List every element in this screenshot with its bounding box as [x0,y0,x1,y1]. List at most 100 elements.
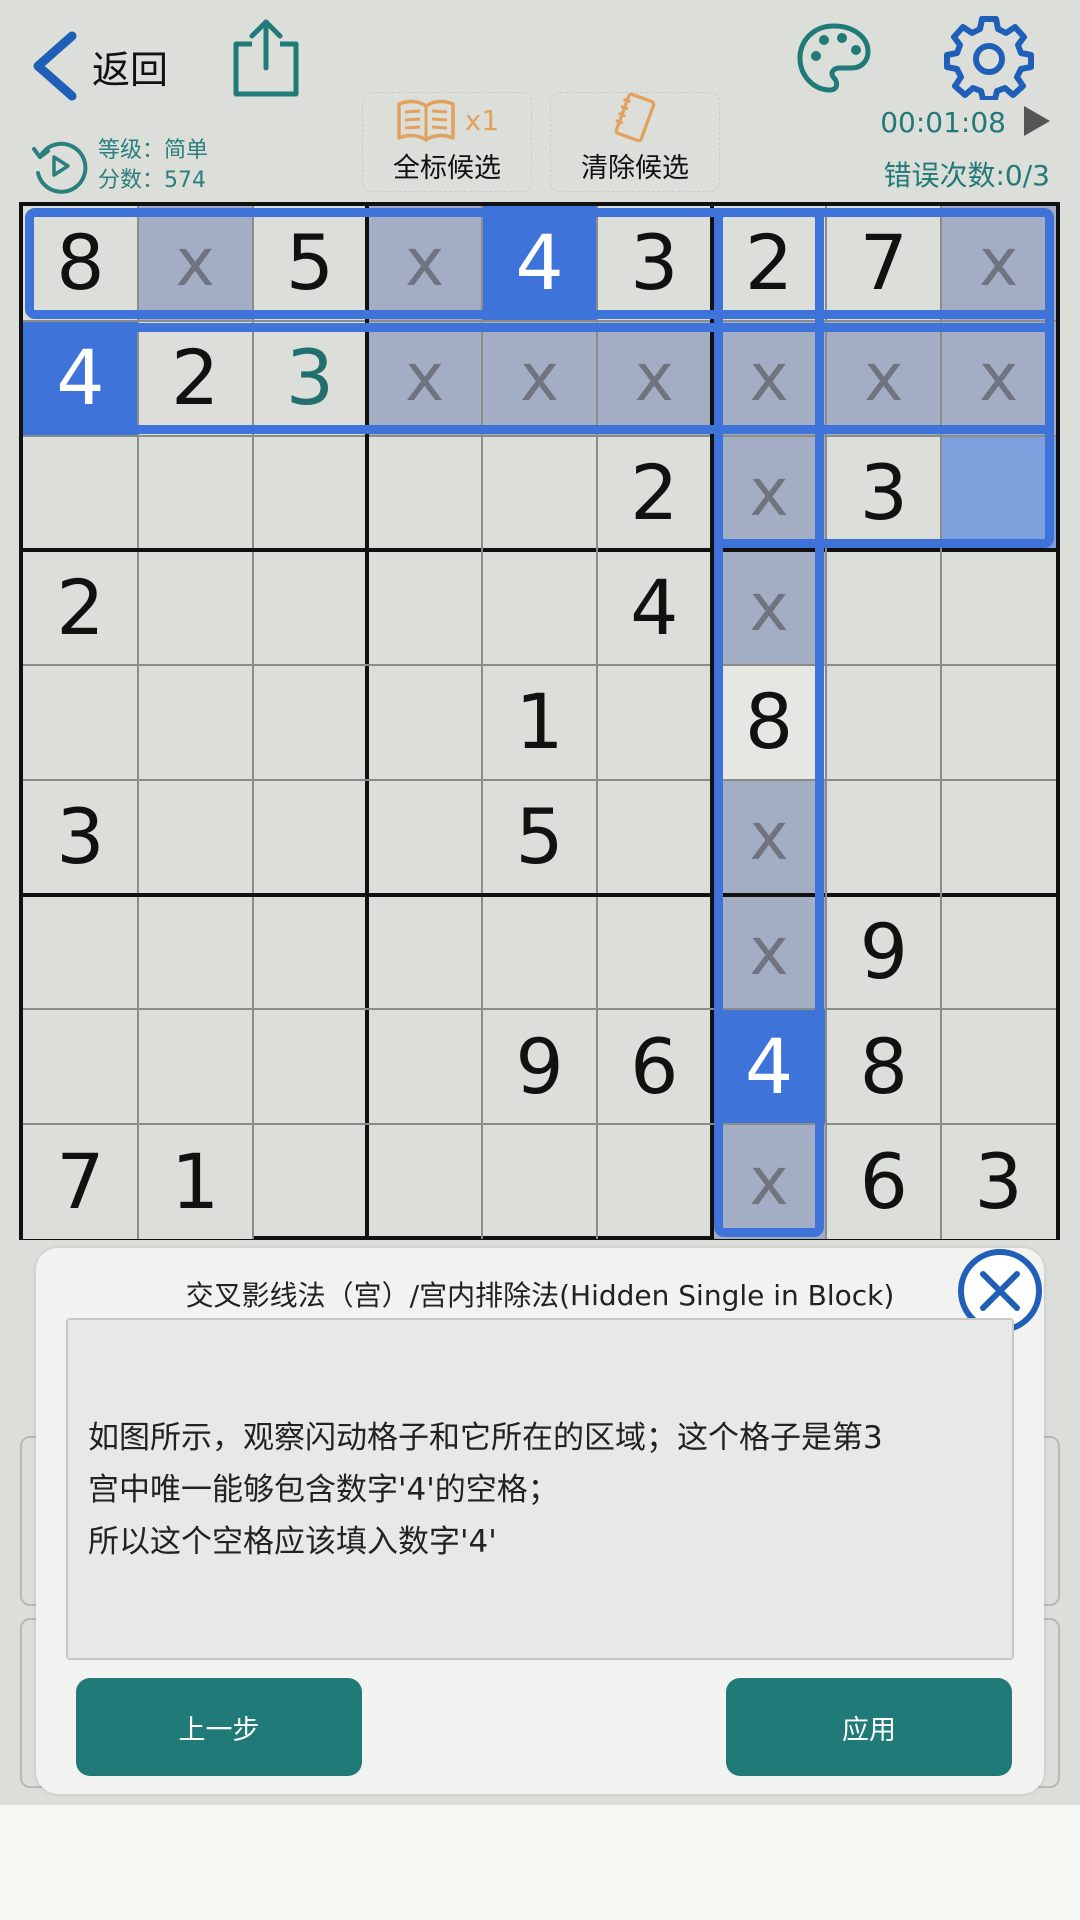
sudoku-cell-r5c7[interactable]: 8 [711,665,827,780]
sudoku-cell-r2c1[interactable]: 4 [23,320,138,436]
sudoku-cell-r5c5[interactable]: 1 [482,665,597,780]
sudoku-cell-r4c3[interactable] [253,550,368,665]
play-button[interactable] [1022,104,1052,138]
sudoku-cell-r5c4[interactable] [367,665,482,780]
sudoku-cell-r4c8[interactable] [826,550,941,665]
sudoku-cell-r2c8[interactable]: x [826,320,942,436]
sudoku-cell-r2c9[interactable]: x [941,320,1056,436]
sudoku-cell-r1c6[interactable]: 3 [596,206,712,321]
sudoku-cell-r4c4[interactable] [367,550,482,665]
sudoku-cell-r2c7[interactable]: x [711,320,827,436]
sudoku-cell-r4c2[interactable] [138,550,253,665]
sudoku-cell-r7c6[interactable] [597,895,712,1010]
share-button[interactable] [228,16,304,98]
settings-button[interactable] [944,14,1034,102]
sudoku-cell-r9c6[interactable] [597,1124,712,1239]
sudoku-cell-r5c2[interactable] [138,665,253,780]
sudoku-cell-r7c2[interactable] [138,895,253,1010]
sudoku-cell-r8c6[interactable]: 6 [596,1009,712,1125]
grid-line [825,206,828,1239]
mark-all-candidates-button[interactable]: x1 全标候选 [362,92,532,192]
sudoku-cell-r9c5[interactable] [482,1124,597,1239]
sudoku-cell-r9c1[interactable]: 7 [23,1124,138,1239]
sudoku-cell-r5c1[interactable] [23,665,138,780]
palette-icon [797,23,871,93]
sudoku-cell-r5c8[interactable] [826,665,941,780]
sudoku-cell-r1c7[interactable]: 2 [711,206,827,321]
sudoku-cell-r3c2[interactable] [138,436,253,551]
sudoku-cell-r6c9[interactable] [941,780,1056,895]
sudoku-cell-r2c4[interactable]: x [367,320,483,436]
previous-step-button[interactable]: 上一步 [76,1678,362,1776]
sudoku-cell-r9c9[interactable]: 3 [941,1124,1056,1239]
sudoku-cell-r8c8[interactable]: 8 [826,1009,942,1125]
sudoku-cell-r2c3[interactable]: 3 [252,320,368,436]
sudoku-cell-r6c3[interactable] [253,780,368,895]
sudoku-cell-r8c9[interactable] [941,1009,1056,1124]
sudoku-cell-r3c7[interactable]: x [711,435,827,551]
sudoku-cell-r1c2[interactable]: x [137,206,253,321]
sudoku-cell-r4c7[interactable]: x [711,550,827,666]
sudoku-cell-r4c1[interactable]: 2 [23,550,138,666]
hint-text-box: 如图所示，观察闪动格子和它所在的区域；这个格子是第3 宫中唯一能够包含数字'4'… [66,1318,1014,1660]
grid-line [23,548,1056,553]
sudoku-cell-r5c6[interactable] [597,665,712,780]
sudoku-cell-r4c9[interactable] [941,550,1056,665]
sudoku-cell-r1c5[interactable]: 4 [482,206,597,321]
sudoku-cell-r6c5[interactable]: 5 [482,779,597,895]
sudoku-cell-r9c7[interactable]: x [711,1124,827,1239]
sudoku-cell-r9c8[interactable]: 6 [826,1124,942,1239]
sudoku-cell-r1c9[interactable]: x [941,206,1056,321]
sudoku-cell-r7c4[interactable] [367,895,482,1010]
sudoku-cell-r2c2[interactable]: 2 [137,320,253,436]
sudoku-cell-r3c8[interactable]: 3 [826,435,942,551]
apply-button[interactable]: 应用 [726,1678,1012,1776]
sudoku-cell-r3c1[interactable] [23,436,138,551]
sudoku-cell-r2c5[interactable]: x [482,320,597,436]
sudoku-cell-r6c4[interactable] [367,780,482,895]
hint-dialog: 交叉影线法（宫）/宫内排除法(Hidden Single in Block) 如… [36,1248,1044,1794]
sudoku-cell-r8c5[interactable]: 9 [482,1009,597,1125]
open-book-icon [397,99,455,142]
sudoku-cell-r8c4[interactable] [367,1009,482,1124]
sudoku-cell-r8c1[interactable] [23,1009,138,1124]
sudoku-cell-r1c4[interactable]: x [367,206,483,321]
sudoku-cell-r7c7[interactable]: x [711,894,827,1010]
sudoku-cell-r7c3[interactable] [253,895,368,1010]
sudoku-cell-r1c3[interactable]: 5 [252,206,368,321]
grid-line [23,892,1056,897]
sudoku-cell-r8c7[interactable]: 4 [711,1009,827,1125]
sudoku-cell-r1c1[interactable]: 8 [23,206,138,321]
sudoku-cell-r3c3[interactable] [253,436,368,551]
sudoku-cell-r7c1[interactable] [23,895,138,1010]
back-button[interactable]: 返回 [26,28,168,104]
sudoku-cell-r5c9[interactable] [941,665,1056,780]
sudoku-cell-r6c2[interactable] [138,780,253,895]
sudoku-cell-r8c2[interactable] [138,1009,253,1124]
sudoku-cell-r4c6[interactable]: 4 [596,550,712,666]
sudoku-cell-r3c9[interactable] [941,435,1056,551]
notepad-eraser-icon [614,93,656,142]
grid-line [23,434,1056,437]
sudoku-cell-r5c3[interactable] [253,665,368,780]
sudoku-cell-r6c8[interactable] [826,780,941,895]
sudoku-cell-r4c5[interactable] [482,550,597,665]
sudoku-cell-r8c3[interactable] [253,1009,368,1124]
sudoku-cell-r3c6[interactable]: 2 [596,435,712,551]
sudoku-cell-r1c8[interactable]: 7 [826,206,942,321]
sudoku-cell-r9c2[interactable]: 1 [137,1124,253,1239]
sudoku-cell-r3c5[interactable] [482,436,597,551]
sudoku-cell-r6c7[interactable]: x [711,779,827,895]
sudoku-cell-r2c6[interactable]: x [596,320,712,436]
sudoku-cell-r6c6[interactable] [597,780,712,895]
sudoku-cell-r7c5[interactable] [482,895,597,1010]
sudoku-cell-r9c3[interactable] [253,1124,368,1239]
sudoku-cell-r6c1[interactable]: 3 [23,779,138,895]
theme-palette-button[interactable] [796,22,872,94]
sudoku-cell-r7c9[interactable] [941,895,1056,1010]
clear-candidates-button[interactable]: 清除候选 [550,92,720,192]
sudoku-cell-r9c4[interactable] [367,1124,482,1239]
sudoku-cell-r7c8[interactable]: 9 [826,894,942,1010]
gear-icon [944,16,1034,102]
sudoku-cell-r3c4[interactable] [367,436,482,551]
